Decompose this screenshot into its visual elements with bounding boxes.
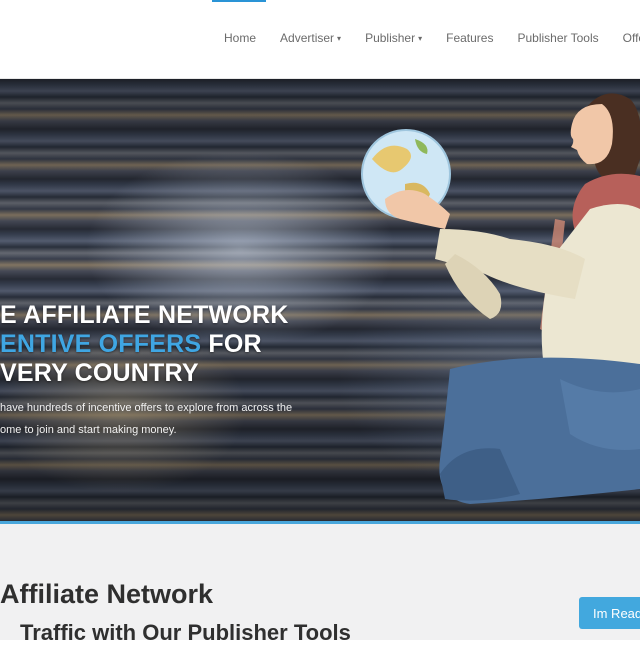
im-ready-button[interactable]: Im Read — [579, 597, 640, 629]
woman-with-globe-image — [361, 93, 640, 504]
active-indicator — [212, 0, 266, 2]
main-nav: Home Advertiser ▾ Publisher ▾ Features Pub… — [224, 31, 640, 47]
nav-publisher-tools[interactable]: Publisher Tools — [517, 31, 598, 47]
nav-advertiser-label: Advertiser — [280, 31, 335, 45]
nav-offers[interactable]: Offers — [623, 31, 640, 47]
headline-line-1: E AFFILIATE NETWORK — [0, 301, 289, 329]
headline-line-2-rest: FOR — [201, 330, 262, 358]
im-ready-label: Im Read — [593, 605, 640, 621]
headline-line-2: ENTIVE OFFERS FOR — [0, 330, 289, 359]
nav-publisher-label: Publisher — [365, 31, 416, 45]
top-navbar: Home Advertiser ▾ Publisher ▾ Features Pub… — [0, 0, 640, 79]
nav-home-label: Home — [224, 31, 257, 45]
nav-advertiser[interactable]: Advertiser ▾ — [280, 31, 341, 47]
chevron-down-icon: ▾ — [418, 34, 423, 43]
nav-features-label: Features — [446, 31, 494, 45]
hero-headline: E AFFILIATE NETWORK ENTIVE OFFERS FOR VE… — [0, 301, 289, 388]
section-subtitle: Traffic with Our Publisher Tools — [20, 620, 351, 645]
nav-offers-label: Offers — [622, 31, 640, 45]
nav-features[interactable]: Features — [446, 31, 493, 47]
headline-line-3: VERY COUNTRY — [0, 359, 199, 387]
chevron-down-icon: ▾ — [337, 34, 342, 43]
nav-publisher-tools-label: Publisher Tools — [517, 31, 599, 45]
nav-home[interactable]: Home — [224, 31, 256, 47]
hero-description: have hundreds of incentive offers to exp… — [0, 397, 310, 441]
hero-description-line-2: ome to join and start making money. — [0, 424, 177, 436]
hero-banner: E AFFILIATE NETWORK ENTIVE OFFERS FOR VE… — [0, 79, 640, 521]
section-title: Affiliate Network — [0, 579, 214, 609]
nav-publisher[interactable]: Publisher ▾ — [365, 31, 422, 47]
headline-highlight: ENTIVE OFFERS — [0, 330, 202, 358]
hero-description-line-1: have hundreds of incentive offers to exp… — [0, 402, 293, 414]
